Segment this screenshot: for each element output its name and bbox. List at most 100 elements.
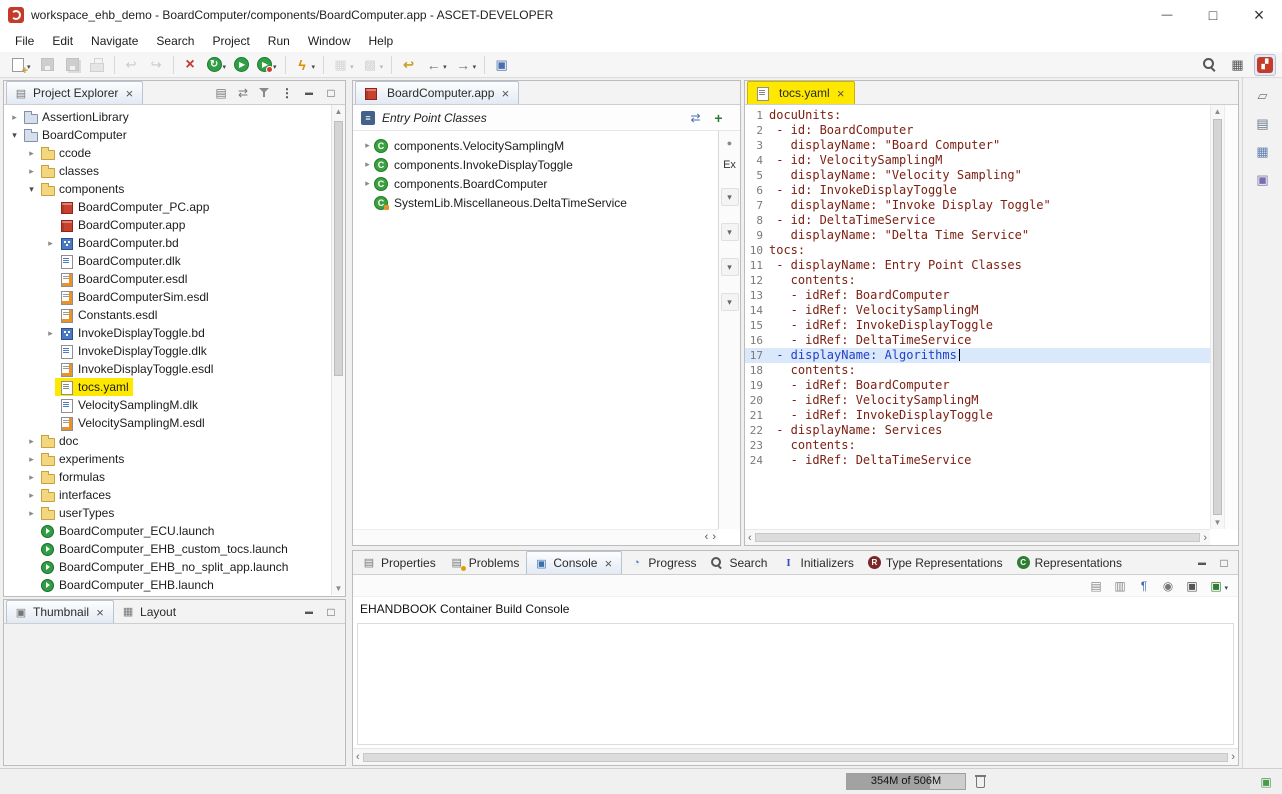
tree-item[interactable]: InvokeDisplayToggle.bd [4,324,331,342]
pin-console-icon[interactable] [1160,578,1175,593]
tree-item[interactable]: BoardComputer_EHB_no_split_app.launch [4,558,331,576]
new-icon[interactable] [6,54,34,76]
scrollbar-thumb[interactable] [755,533,1201,542]
scroll-left-icon[interactable]: ‹ [356,751,360,763]
back-icon[interactable] [422,54,450,76]
close-icon[interactable] [1236,0,1282,30]
expand-arrow-icon[interactable] [25,148,38,159]
select-entry-points-icon[interactable] [688,110,703,125]
dropdown-arrow-icon[interactable] [1224,579,1228,593]
palette-section-collapsed-icon[interactable] [721,293,739,311]
code-line[interactable]: 7 displayName: "Invoke Display Toggle" [745,198,1210,213]
view-menu-icon[interactable] [280,86,294,100]
expand-arrow-icon[interactable] [25,184,38,195]
scrollbar-thumb[interactable] [334,121,343,376]
last-edit-icon[interactable] [397,54,420,76]
run-icon[interactable] [231,54,252,76]
code-line[interactable]: 12 contents: [745,273,1210,288]
filter-icon[interactable] [258,86,272,100]
scroll-down-icon[interactable]: ▼ [332,584,345,593]
undo-icon[interactable] [120,54,143,76]
tab-project-explorer[interactable]: Project Explorer [6,81,143,104]
code-line[interactable]: 2 - id: BoardComputer [745,123,1210,138]
tree-item[interactable]: Constants.esdl [4,306,331,324]
editor-hscroll[interactable]: ‹ › [745,529,1210,545]
flash-icon[interactable] [291,54,319,76]
palette-section-collapsed-icon[interactable] [721,223,739,241]
palette-section-collapsed-icon[interactable] [721,258,739,276]
maximize-view-icon[interactable] [324,605,338,619]
close-tab-icon[interactable] [499,86,511,101]
new-editor-icon[interactable] [490,54,513,76]
editor-tab-boardcomputer-app[interactable]: BoardComputer.app [355,81,519,104]
heap-status-gauge[interactable]: 354M of 506M [846,773,966,790]
menu-item[interactable]: File [6,32,43,50]
code-line[interactable]: 13 - idRef: BoardComputer [745,288,1210,303]
close-view-icon[interactable] [602,556,614,571]
scroll-right-icon[interactable]: › [1231,751,1235,763]
scrollbar-thumb[interactable] [1213,119,1222,515]
garbage-collect-icon[interactable] [975,775,986,788]
minimize-view-icon[interactable] [302,605,316,619]
tree-item[interactable]: InvokeDisplayToggle.dlk [4,342,331,360]
code-line[interactable]: 15 - idRef: InvokeDisplayToggle [745,318,1210,333]
code-line[interactable]: 8 - id: DeltaTimeService [745,213,1210,228]
bottom-view-tab[interactable]: Console [526,551,622,574]
code-line[interactable]: 16 - idRef: DeltaTimeService [745,333,1210,348]
tree-item[interactable]: VelocitySamplingM.esdl [4,414,331,432]
scroll-down-icon[interactable]: ▼ [1211,518,1224,527]
bottom-view-tab[interactable]: Search [703,551,774,574]
close-view-icon[interactable] [94,605,106,620]
close-tab-icon[interactable] [835,86,847,101]
expand-arrow-icon[interactable] [25,472,38,483]
dropdown-arrow-icon[interactable] [312,58,316,72]
profile-icon[interactable] [329,54,357,76]
terminate-icon[interactable] [179,54,202,76]
maximize-icon[interactable] [1190,0,1236,30]
tree-item[interactable]: formulas [4,468,331,486]
editor-tab-tocs-yaml[interactable]: tocs.yaml [747,81,855,104]
minimize-view-icon[interactable] [302,86,316,100]
open-console-icon[interactable] [1208,578,1228,593]
code-line[interactable]: 6 - id: InvokeDisplayToggle [745,183,1210,198]
code-line[interactable]: 1 docuUnits: [745,108,1210,123]
tree-item[interactable]: doc [4,432,331,450]
dropdown-arrow-icon[interactable] [350,58,354,72]
save-icon[interactable] [36,54,59,76]
code-line[interactable]: 23 contents: [745,438,1210,453]
code-line[interactable]: 18 contents: [745,363,1210,378]
tree-item[interactable]: BoardComputer.dlk [4,252,331,270]
editor-hscroll[interactable]: ‹ › [353,529,718,545]
expand-arrow-icon[interactable] [361,178,374,189]
bottom-view-tab[interactable]: Problems [443,551,527,574]
coverage-icon[interactable] [359,54,387,76]
collapse-all-icon[interactable] [214,86,228,100]
dropdown-arrow-icon[interactable] [223,58,227,72]
dropdown-arrow-icon[interactable] [473,58,477,72]
expand-arrow-icon[interactable] [25,490,38,501]
code-line[interactable]: 14 - idRef: VelocitySamplingM [745,303,1210,318]
tree-item[interactable]: VelocitySamplingM.dlk [4,396,331,414]
entry-point-class-item[interactable]: SystemLib.Miscellaneous.DeltaTimeService [353,193,718,212]
tree-item[interactable]: AssertionLibrary [4,108,331,126]
link-with-editor-icon[interactable] [236,86,250,100]
view-tab[interactable]: Thumbnail [6,600,114,623]
tree-item[interactable]: BoardComputer.bd [4,234,331,252]
perspectives-icon[interactable] [1226,54,1249,76]
background-operations-icon[interactable] [1258,774,1274,790]
expand-arrow-icon[interactable] [44,328,57,339]
toolbar-separator[interactable] [173,56,174,74]
menu-item[interactable]: Search [147,32,203,50]
maximize-view-icon[interactable] [1217,556,1231,570]
tree-item[interactable]: ccode [4,144,331,162]
tree-item[interactable]: BoardComputer.app [4,216,331,234]
code-line[interactable]: 17 - displayName: Algorithms [745,348,1210,363]
scroll-left-icon[interactable]: ‹ [705,531,709,543]
code-line[interactable]: 3 displayName: "Board Computer" [745,138,1210,153]
tree-item[interactable]: userTypes [4,504,331,522]
expand-arrow-icon[interactable] [361,159,374,170]
tree-item[interactable]: BoardComputerSim.esdl [4,288,331,306]
outline-view-icon[interactable] [1250,112,1276,136]
tree-item[interactable]: interfaces [4,486,331,504]
toolbar-separator[interactable] [484,56,485,74]
